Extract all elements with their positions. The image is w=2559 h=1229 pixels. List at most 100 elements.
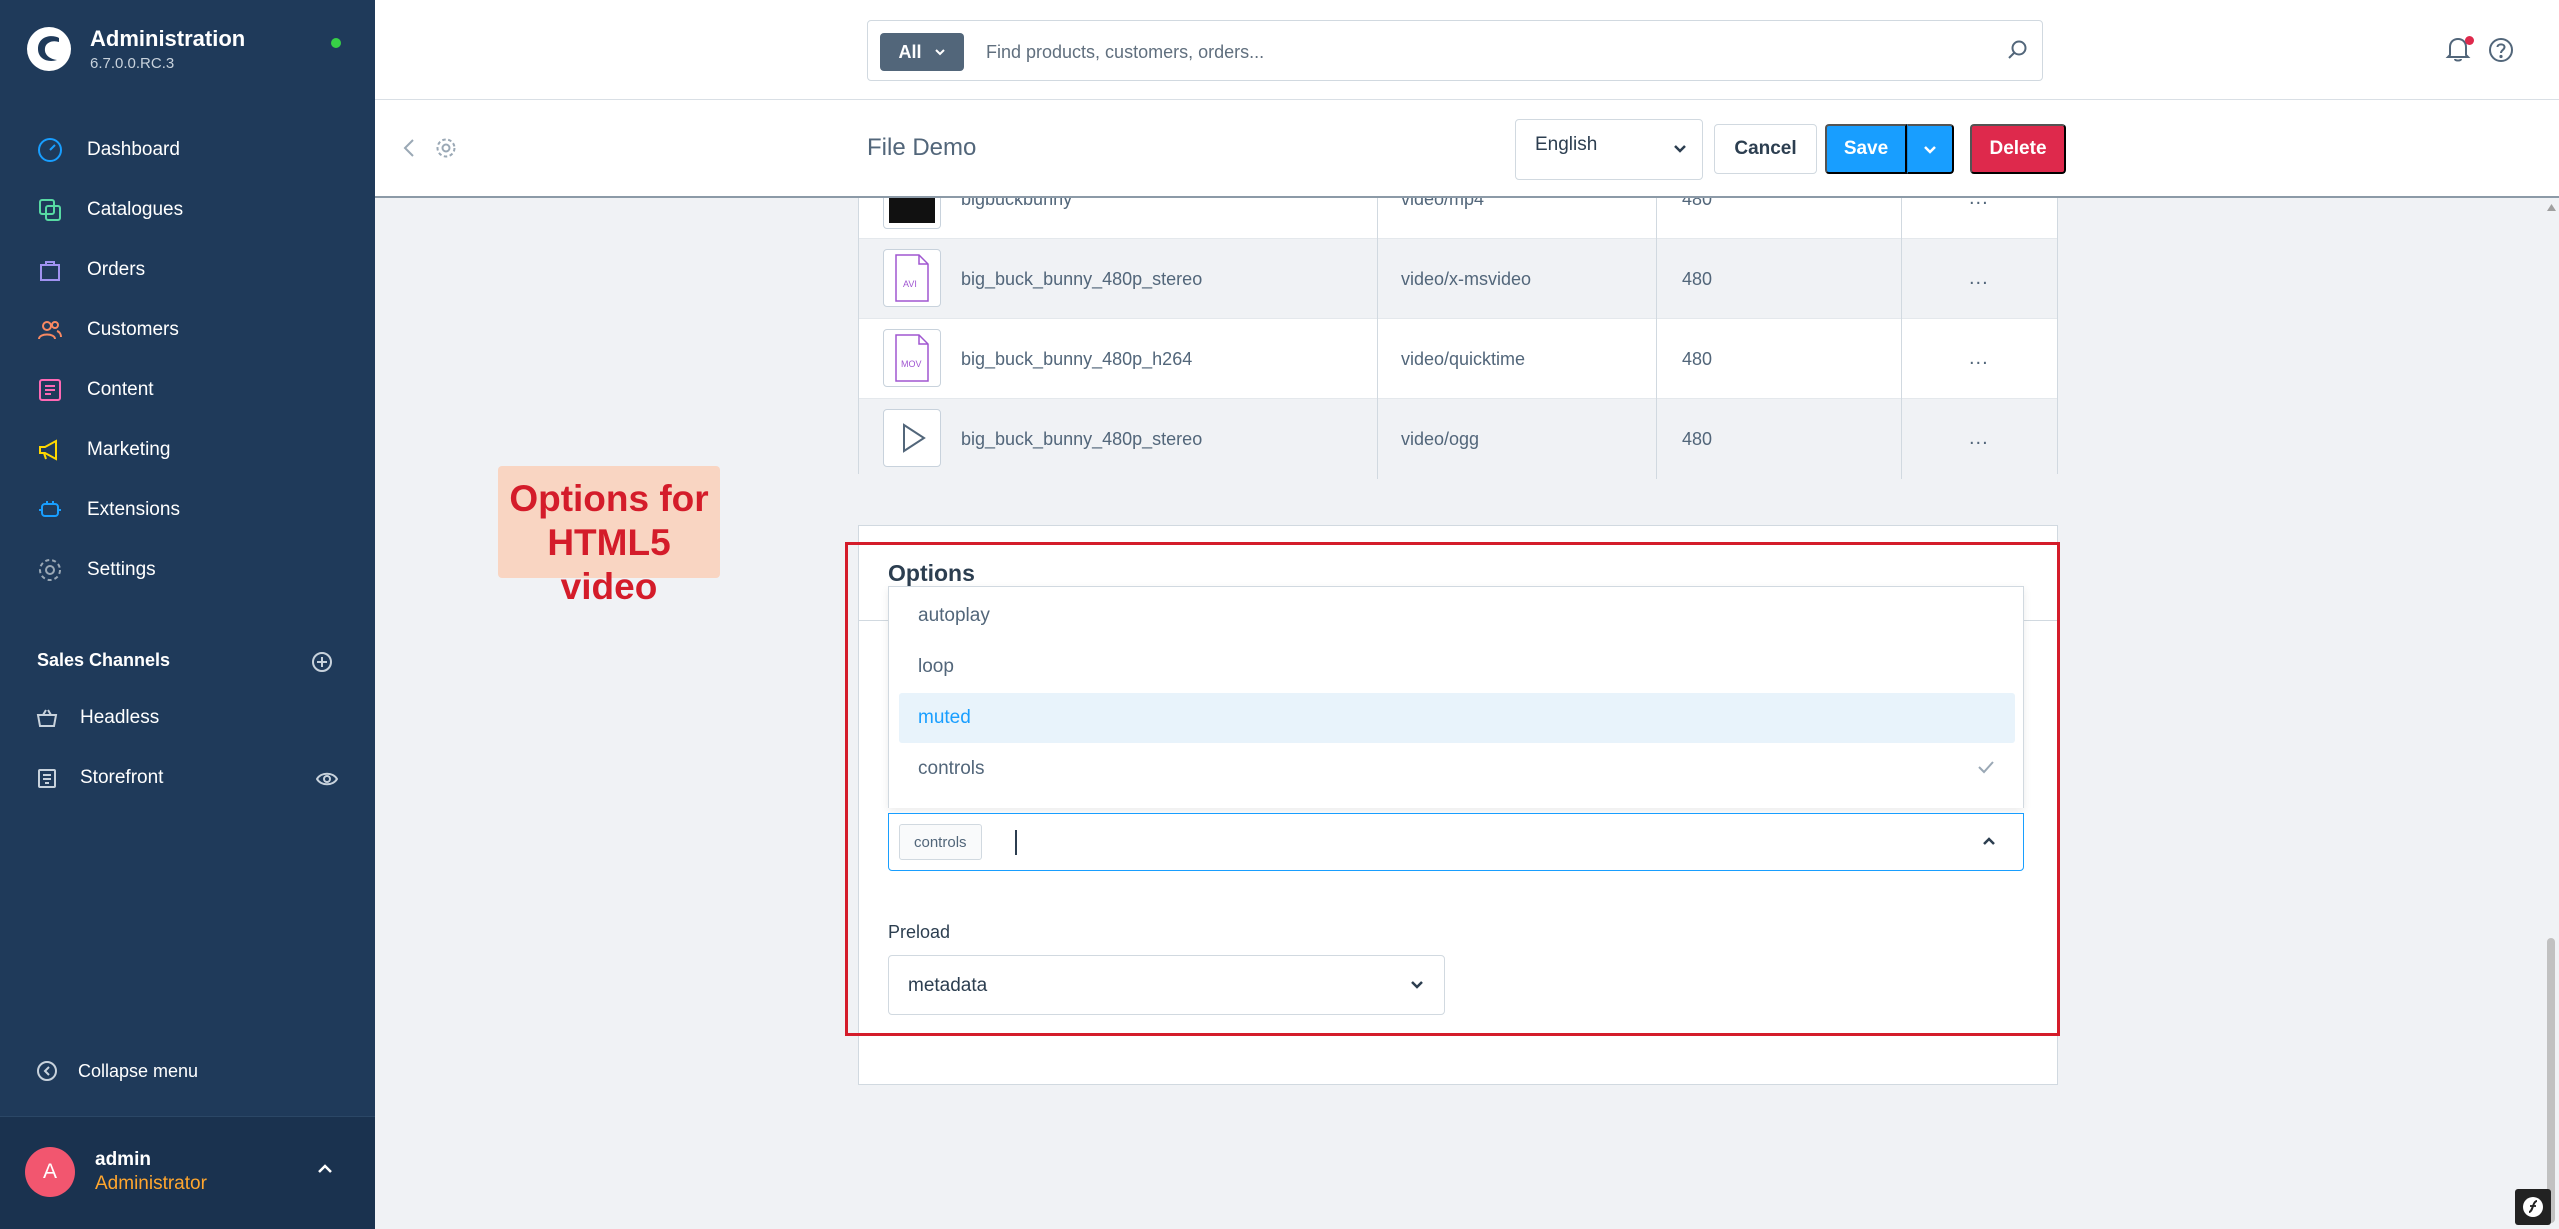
extensions-icon: [36, 496, 64, 524]
eye-icon[interactable]: [316, 770, 338, 788]
brand[interactable]: Administration 6.7.0.0.RC.3: [26, 26, 245, 72]
avatar: A: [25, 1147, 75, 1197]
option-loop[interactable]: loop: [899, 642, 2015, 692]
language-switch[interactable]: English: [1515, 119, 1703, 180]
chevron-down-icon: [934, 49, 945, 56]
nav-label: Extensions: [87, 499, 180, 520]
marketing-icon: [36, 436, 64, 464]
chevron-up-icon[interactable]: [1981, 836, 1997, 846]
back-arrow-icon[interactable]: [401, 137, 419, 159]
table-row[interactable]: MOV big_buck_bunny_480p_h264 video/quick…: [859, 319, 2057, 399]
row-actions-button[interactable]: ...: [1969, 427, 1989, 450]
basket-icon: [36, 709, 58, 727]
play-icon: [883, 409, 941, 467]
gear-icon[interactable]: [435, 137, 457, 159]
media-table: bigbuckbunny video/mp4 480 ... AVI big_b…: [858, 198, 2058, 479]
save-options-button[interactable]: [1907, 124, 1954, 174]
annotation-callout: Options for HTML5 video: [498, 466, 720, 607]
option-controls[interactable]: controls: [899, 744, 2015, 794]
mime-type: video/x-msvideo: [1401, 268, 1532, 289]
chevron-up-icon[interactable]: [316, 1163, 334, 1175]
help-icon[interactable]: [2488, 37, 2514, 63]
search-scope-button[interactable]: All: [880, 33, 964, 71]
add-sales-channel-icon[interactable]: [311, 651, 333, 673]
symfony-toolbar-icon[interactable]: [2515, 1189, 2551, 1225]
annotation-line: Options for: [509, 478, 709, 519]
option-muted[interactable]: muted: [899, 693, 2015, 743]
nav-label: Content: [87, 379, 154, 400]
global-search: All: [867, 20, 2043, 81]
option-label: controls: [918, 758, 985, 779]
mov-file-icon: MOV: [883, 329, 941, 387]
scrollbar-thumb[interactable]: [2547, 938, 2555, 1223]
collapse-menu-label: Collapse menu: [78, 1060, 199, 1081]
content-icon: [36, 376, 64, 404]
nav-item-settings[interactable]: Settings: [0, 540, 375, 600]
nav-item-content[interactable]: Content: [0, 360, 375, 420]
video-thumb-image: [889, 198, 935, 223]
options-multi-select[interactable]: controls: [888, 813, 2024, 871]
page-scrollbar[interactable]: [2543, 198, 2559, 1229]
row-actions-button[interactable]: ...: [1969, 198, 1989, 210]
app-title: Administration: [90, 26, 246, 51]
sales-channel-label: Storefront: [80, 767, 164, 788]
preload-label: Preload: [888, 922, 951, 942]
dashboard-icon: [36, 136, 64, 164]
nav-label: Dashboard: [87, 139, 180, 160]
file-name: big_buck_bunny_480p_stereo: [961, 428, 1203, 449]
nav-item-customers[interactable]: Customers: [0, 300, 375, 360]
chevron-down-icon: [1411, 981, 1423, 989]
main-nav: Dashboard Catalogues Orders Customers Co…: [0, 120, 375, 600]
table-row[interactable]: AVI big_buck_bunny_480p_stereo video/x-m…: [859, 239, 2057, 319]
video-height: 480: [1682, 348, 1713, 369]
nav-item-dashboard[interactable]: Dashboard: [0, 120, 375, 180]
delete-button[interactable]: Delete: [1970, 124, 2066, 174]
collapse-menu-button[interactable]: Collapse menu: [36, 1060, 198, 1082]
page-title: File Demo: [867, 134, 977, 161]
avi-file-icon: AVI: [883, 249, 941, 307]
cancel-button[interactable]: Cancel: [1714, 124, 1817, 174]
preload-select[interactable]: metadata: [888, 955, 1445, 1015]
preload-value: metadata: [908, 975, 988, 996]
checkmark-icon: [1978, 761, 1994, 774]
nav-item-catalogues[interactable]: Catalogues: [0, 180, 375, 240]
notification-badge: [2465, 36, 2474, 45]
file-name: big_buck_bunny_480p_stereo: [961, 268, 1203, 289]
top-bar: All: [375, 0, 2559, 100]
table-row[interactable]: bigbuckbunny video/mp4 480 ...: [859, 198, 2057, 239]
file-name: big_buck_bunny_480p_h264: [961, 348, 1193, 369]
orders-icon: [36, 256, 64, 284]
nav-item-marketing[interactable]: Marketing: [0, 420, 375, 480]
nav-label: Settings: [87, 559, 156, 580]
chevron-down-icon: [1924, 145, 1936, 154]
search-scope-label: All: [898, 41, 922, 62]
mime-type: video/mp4: [1401, 198, 1485, 209]
collapse-icon: [37, 1061, 57, 1081]
sales-channel-storefront[interactable]: Storefront: [36, 758, 356, 798]
sales-channel-headless[interactable]: Headless: [36, 698, 356, 738]
save-button[interactable]: Save: [1825, 124, 1907, 174]
sales-channels-heading: Sales Channels: [37, 650, 171, 670]
nav-item-orders[interactable]: Orders: [0, 240, 375, 300]
chevron-down-icon: [1674, 145, 1686, 153]
nav-item-extensions[interactable]: Extensions: [0, 480, 375, 540]
text-caret: [1015, 830, 1017, 855]
selected-tag-controls[interactable]: controls: [899, 824, 982, 860]
customers-icon: [36, 316, 64, 344]
video-thumb: [883, 198, 941, 229]
row-actions-button[interactable]: ...: [1969, 347, 1989, 370]
video-height: 480: [1682, 268, 1713, 289]
option-autoplay[interactable]: autoplay: [899, 591, 2015, 641]
annotation-line: HTML5 video: [547, 522, 671, 607]
search-icon[interactable]: [2007, 39, 2029, 61]
video-height: 480: [1682, 198, 1713, 209]
user-menu[interactable]: A admin Administrator: [0, 1116, 375, 1229]
user-name: admin: [95, 1149, 151, 1170]
search-input[interactable]: [986, 33, 1986, 71]
sidebar: Administration 6.7.0.0.RC.3 Dashboard Ca…: [0, 0, 375, 1229]
scroll-up-arrow-icon[interactable]: [2547, 204, 2556, 211]
row-actions-button[interactable]: ...: [1969, 267, 1989, 290]
page-content: bigbuckbunny video/mp4 480 ... AVI big_b…: [375, 198, 2559, 1229]
table-row[interactable]: big_buck_bunny_480p_stereo video/ogg 480…: [859, 399, 2057, 479]
storefront-icon: [38, 769, 56, 788]
